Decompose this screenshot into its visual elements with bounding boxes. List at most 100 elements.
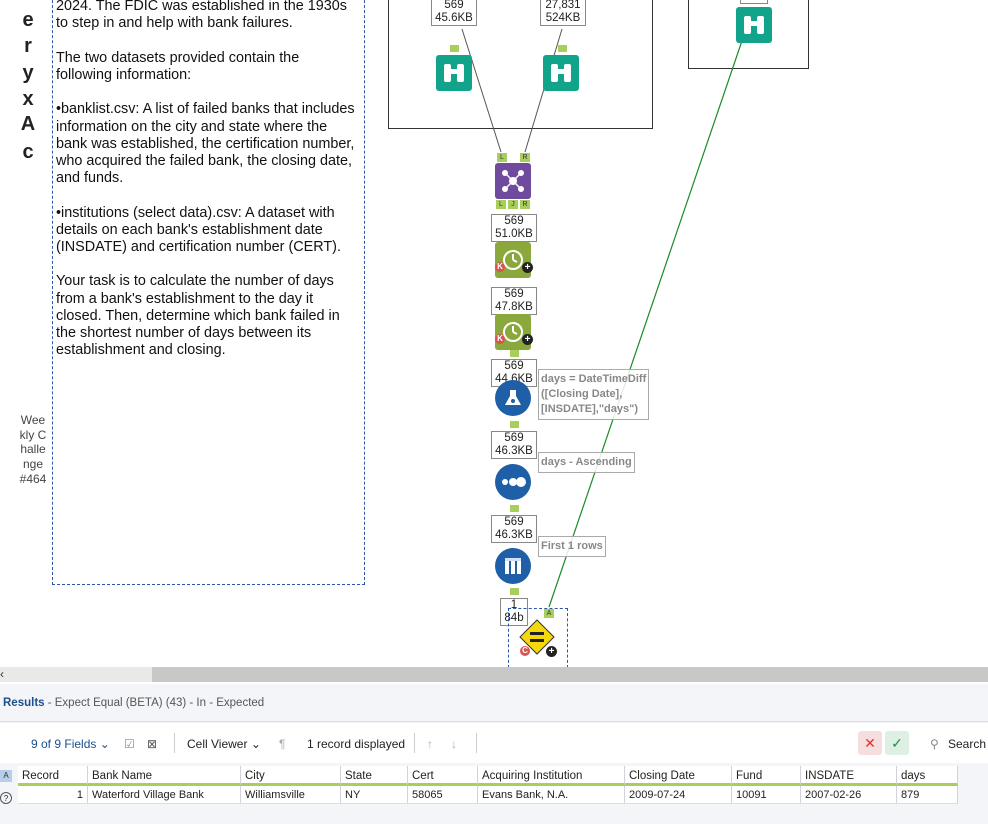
clock-icon [503,250,523,270]
arrow-up-icon[interactable]: ↑ [427,737,433,751]
output-anchor[interactable] [510,588,519,595]
error-marker: K [495,334,505,344]
connection-lines [461,28,746,608]
table-cell[interactable]: 2009-07-24 [625,786,732,804]
clock-icon [503,322,523,342]
browse-tool-2[interactable] [543,55,579,91]
add-icon[interactable]: + [546,646,557,657]
sample-metadata: 569 46.3KB [491,515,537,543]
results-subtitle: - Expect Equal (BETA) (43) - In - Expect… [44,697,265,709]
sample-icon [505,558,521,574]
cell-viewer-dropdown[interactable]: Cell Viewer ⌄ [187,737,261,751]
output-anchor[interactable] [558,45,567,52]
column-header[interactable]: State [341,766,408,786]
join-right-output-anchor[interactable]: R [520,200,530,209]
binoculars-icon [551,64,571,82]
column-header[interactable]: INSDATE [801,766,897,786]
input2-metadata: 27,831 524KB [540,0,586,26]
table-cell[interactable]: 58065 [408,786,478,804]
connection-line [548,31,746,608]
table-cell[interactable]: 10091 [732,786,801,804]
sample-annotation: First 1 rows [538,536,606,557]
results-title: Results [3,697,45,709]
data-size: 45.6KB [435,12,473,24]
close-icon[interactable]: ✕ [858,731,882,755]
record-count: 569 [504,360,524,372]
error-marker: C [520,646,530,656]
records-displayed: 1 record displayed [307,737,406,751]
sort-metadata: 569 46.3KB [491,431,537,459]
browse-tool-3[interactable] [736,7,772,43]
flask-icon [505,390,521,405]
add-icon[interactable]: + [522,262,533,273]
toolbar-divider [414,733,415,753]
fields-selector[interactable]: 9 of 9 Fields ⌄ [31,737,110,751]
record-count: 569 [504,432,524,444]
clear-icon[interactable]: ⊠ [147,737,157,751]
table-cell[interactable]: 879 [897,786,958,804]
scroll-left-icon[interactable]: ‹ [0,667,12,682]
edit-fields-icon[interactable]: ☑ [124,737,135,751]
data-size: 47.8KB [495,301,533,313]
column-header[interactable]: Fund [732,766,801,786]
workflow-canvas[interactable]: e r y x A c Weekly Challenge #464 banks … [0,0,988,667]
output-anchor[interactable] [450,45,459,52]
datetime1-metadata: 569 51.0KB [491,214,537,242]
scrollbar-thumb[interactable] [152,667,988,682]
table-cell[interactable]: 1 [18,786,88,804]
search-label[interactable]: Search [948,737,986,751]
binoculars-icon [444,64,464,82]
check-icon[interactable]: ✓ [885,731,909,755]
record-count: 569 [504,516,524,528]
data-size: 46.3KB [495,445,533,457]
column-header[interactable]: days [897,766,958,786]
table-cell[interactable]: 2007-02-26 [801,786,897,804]
table-row[interactable]: 1 Waterford Village Bank Williamsville N… [18,786,958,804]
join-left-output-anchor[interactable]: L [496,200,506,209]
output-anchor[interactable] [510,505,519,512]
expect-input-anchor[interactable]: A [544,609,554,618]
sample-tool[interactable] [495,548,531,584]
data-size: 46.3KB [495,529,533,541]
arrow-down-icon[interactable]: ↓ [451,737,457,751]
fields-label: 9 of 9 Fields [31,737,97,751]
browse-tool-1[interactable] [436,55,472,91]
data-size: 51.0KB [495,228,533,240]
record-count: 569 [444,0,464,11]
search-icon[interactable]: ⚲ [930,737,939,751]
join-right-input-anchor[interactable]: R [520,153,530,162]
join-join-output-anchor[interactable]: J [508,200,518,209]
datetime2-metadata: 569 47.8KB [491,287,537,315]
sort-icon [502,477,526,487]
column-header[interactable]: Bank Name [88,766,241,786]
column-header[interactable]: Record [18,766,88,786]
column-header[interactable]: Cert [408,766,478,786]
output-anchor[interactable] [510,350,519,357]
table-cell[interactable]: NY [341,786,408,804]
binoculars-icon [744,16,764,34]
chevron-down-icon: ⌄ [99,737,110,751]
output-metadata-stub [740,0,768,4]
join-tool[interactable] [495,163,531,199]
help-icon[interactable]: ? [0,792,12,804]
data-size: 524KB [545,12,581,24]
output-anchor[interactable] [510,421,519,428]
column-header[interactable]: Acquiring Institution [478,766,625,786]
pilcrow-icon[interactable]: ¶ [279,737,285,751]
column-header[interactable]: Closing Date [625,766,732,786]
sort-tool[interactable] [495,464,531,500]
results-grid[interactable]: Record Bank Name City State Cert Acquiri… [18,766,958,804]
add-icon[interactable]: + [522,334,533,345]
cell-viewer-label: Cell Viewer [187,737,248,751]
table-cell[interactable]: Williamsville [241,786,341,804]
join-left-input-anchor[interactable]: L [497,153,507,162]
record-count: 27,831 [545,0,581,11]
record-count: 569 [504,215,524,227]
table-cell[interactable]: Evans Bank, N.A. [478,786,625,804]
formula-tool[interactable] [495,380,531,416]
actual-icon[interactable]: A [0,770,12,782]
input1-metadata: 569 45.6KB [431,0,477,26]
column-header[interactable]: City [241,766,341,786]
table-cell[interactable]: Waterford Village Bank [88,786,241,804]
toolbar-divider [476,733,477,753]
